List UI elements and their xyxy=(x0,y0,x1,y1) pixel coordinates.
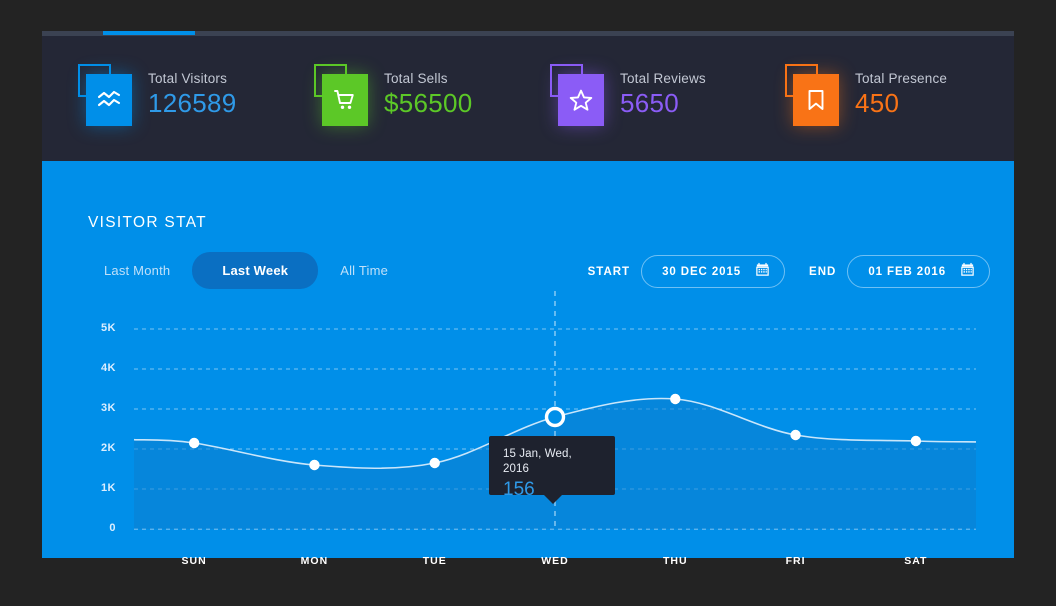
y-axis-tick: 2K xyxy=(100,442,116,454)
stat-icon-wrap xyxy=(550,64,608,130)
stat-value: 5650 xyxy=(620,88,680,118)
x-axis-tick: MON xyxy=(300,555,329,567)
stat-text: Total Presence 450 xyxy=(855,64,947,119)
x-axis-tick: SUN xyxy=(181,555,207,567)
active-tab-indicator[interactable] xyxy=(103,31,195,35)
x-axis-tick: WED xyxy=(541,555,569,567)
stat-value: $56500 xyxy=(384,88,473,118)
stat-card-total-sells[interactable]: Total Sells $56500 xyxy=(314,64,473,134)
stat-label: Total Visitors xyxy=(148,71,228,86)
shopping-cart-icon xyxy=(322,74,368,126)
bookmark-icon xyxy=(793,74,839,126)
stat-text: Total Visitors 126589 xyxy=(148,64,237,119)
stat-text: Total Reviews 5650 xyxy=(620,64,706,119)
line-chart-icon xyxy=(86,74,132,126)
stat-card-total-presence[interactable]: Total Presence 450 xyxy=(785,64,947,134)
stat-card-total-reviews[interactable]: Total Reviews 5650 xyxy=(550,64,706,134)
stat-text: Total Sells $56500 xyxy=(384,64,473,119)
x-axis-tick: FRI xyxy=(785,555,806,567)
x-axis-tick: SAT xyxy=(904,555,928,567)
x-axis-tick: TUE xyxy=(422,555,447,567)
tooltip-date: 15 Jan, Wed, 2016 xyxy=(503,448,572,475)
y-axis-tick: 3K xyxy=(100,402,116,414)
stat-icon-wrap xyxy=(785,64,843,130)
visitor-stat-panel: VISITOR STAT Last Month Last Week All Ti… xyxy=(42,161,1014,567)
dashboard-root: Total Visitors 126589 Total Sells $56500 xyxy=(42,31,1014,567)
stat-icon-wrap xyxy=(78,64,136,130)
stat-icon-wrap xyxy=(314,64,372,130)
x-axis-tick: THU xyxy=(662,555,688,567)
stats-panel: Total Visitors 126589 Total Sells $56500 xyxy=(42,36,1014,161)
stat-label: Total Reviews xyxy=(620,71,706,86)
y-axis-tick: 1K xyxy=(100,482,116,494)
tooltip-value: 156 xyxy=(503,479,535,500)
y-axis-tick: 5K xyxy=(100,322,116,334)
chart-tooltip: 15 Jan, Wed, 2016 156 xyxy=(489,436,615,504)
stat-label: Total Sells xyxy=(384,71,448,86)
star-icon xyxy=(558,74,604,126)
stat-value: 126589 xyxy=(148,88,237,118)
stat-value: 450 xyxy=(855,88,900,118)
stat-label: Total Presence xyxy=(855,71,948,86)
stat-card-total-visitors[interactable]: Total Visitors 126589 xyxy=(78,64,237,134)
y-axis-tick: 0 xyxy=(109,522,116,534)
y-axis-tick: 4K xyxy=(100,362,116,374)
